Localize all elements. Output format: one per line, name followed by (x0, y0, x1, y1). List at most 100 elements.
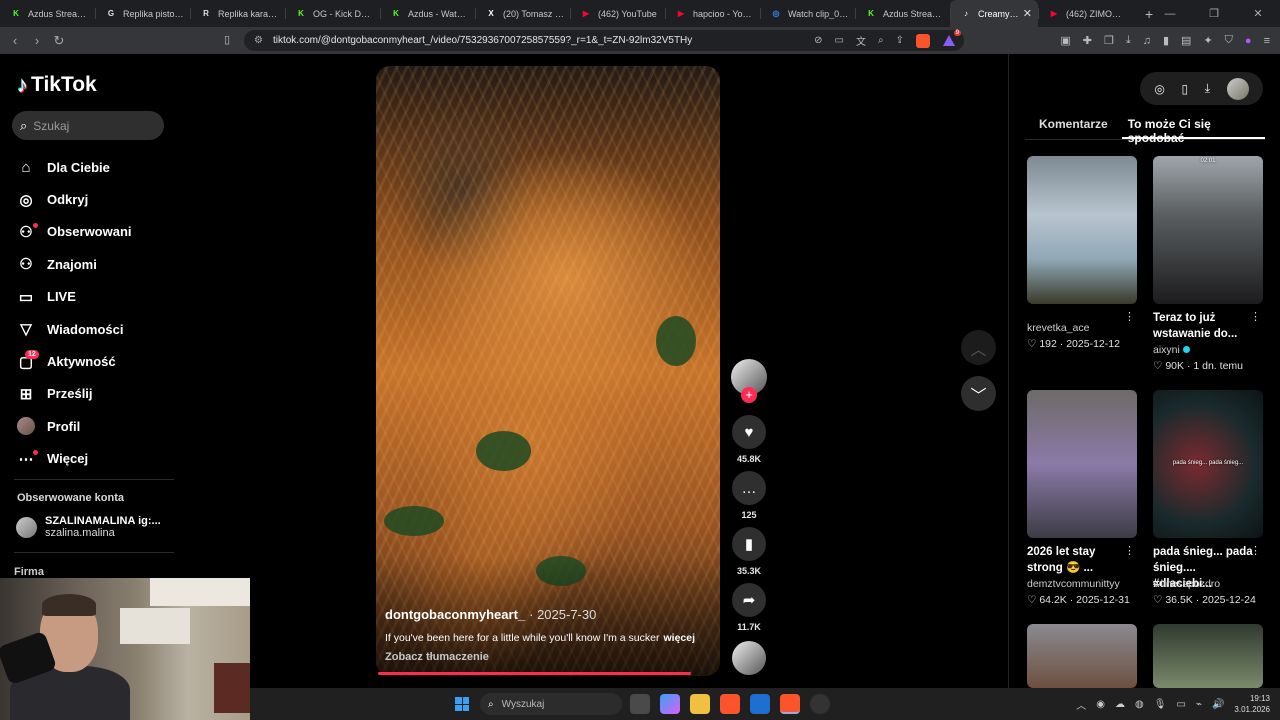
video-thumbnail[interactable] (1153, 624, 1263, 688)
more-options-icon[interactable]: ⋮ (1250, 310, 1261, 323)
sidebar-item[interactable]: ▢ 12 Aktywność (17, 345, 177, 377)
browser-tab[interactable]: ▶ hapcioo - YouTu (665, 0, 760, 27)
microphone-icon[interactable]: 🎙 (1154, 699, 1167, 710)
sidebar-item[interactable]: ⊞ Prześlij (17, 378, 177, 410)
obs-icon[interactable] (810, 694, 830, 714)
followed-account[interactable]: SZALINAMALINA ig:... szalina.malina (16, 515, 161, 539)
wallet-icon[interactable]: ▤ (1181, 34, 1191, 47)
forward-button[interactable]: › (26, 33, 48, 48)
close-tab-icon[interactable]: ✕ (1023, 7, 1032, 20)
video-title[interactable]: Teraz to już wstawanie do... (1153, 310, 1253, 342)
vpn-icon[interactable]: ⛉ (1225, 34, 1233, 47)
video-thumbnail[interactable] (1027, 156, 1137, 304)
menu-icon[interactable]: ≡ (1264, 35, 1270, 47)
puzzle-icon[interactable]: ✚ (1083, 34, 1092, 47)
sidebar-icon[interactable]: ▮ (1163, 34, 1169, 47)
video-thumbnail[interactable] (1027, 390, 1137, 538)
browser-tab[interactable]: K Azdus - Watch cl (380, 0, 475, 27)
next-video-button[interactable]: ﹀ (961, 376, 996, 411)
maximize-button[interactable]: ❐ (1192, 7, 1236, 20)
file-explorer-icon[interactable] (690, 694, 710, 714)
search-input[interactable] (33, 118, 144, 133)
leo-icon[interactable]: ✦ (1203, 34, 1212, 47)
video-thumbnail[interactable]: 02:01 (1153, 156, 1263, 304)
brave-icon[interactable] (720, 694, 740, 714)
coin-icon[interactable]: ◎ (1154, 82, 1164, 96)
browser-tab[interactable]: R Replika karabinku (190, 0, 285, 27)
network-icon[interactable]: ⌁ (1196, 699, 1202, 710)
video-progress-bar[interactable] (378, 672, 692, 675)
sidebar-item[interactable]: ▭ LIVE (17, 281, 177, 313)
browser-tab[interactable]: G Replika pistoletu (95, 0, 190, 27)
bookmark-icon[interactable]: ▯ (224, 33, 230, 46)
browser-tab[interactable]: ▶ (462) YouTube (570, 0, 665, 27)
share-arrow-icon[interactable]: ➦ (732, 583, 766, 617)
author-name[interactable]: dontgobaconmyheart_ (385, 607, 525, 622)
video-card[interactable]: 02:01 ⋮ Teraz to już wstawanie do... aixyni… (1153, 156, 1263, 372)
video-card[interactable]: ⋮ krevetka_ace ♡ 192 · 2025-12-12 (1027, 156, 1137, 350)
video-card[interactable] (1027, 624, 1137, 688)
task-view-icon[interactable] (630, 694, 650, 714)
taskbar-search[interactable]: ⌕ Wyszukaj (480, 693, 622, 715)
brave-active-icon[interactable] (780, 694, 800, 714)
user-avatar[interactable] (1226, 77, 1249, 100)
extension-icon[interactable]: ▣ (1060, 34, 1070, 47)
sidebar-item[interactable]: Profil (17, 410, 177, 442)
video-player[interactable] (376, 66, 720, 676)
translate-icon[interactable]: 文 (856, 33, 866, 48)
browser-tab[interactable]: X (20) Tomasz Saki (475, 0, 570, 27)
video-creator[interactable]: aixyni (1153, 344, 1263, 356)
profile-icon[interactable]: ● (1245, 35, 1252, 47)
zoom-icon[interactable]: ⌕ (878, 35, 884, 46)
headset-icon[interactable]: ◍ (1135, 699, 1144, 710)
cloud-icon[interactable]: ☁ (1115, 699, 1125, 710)
sidebar-item[interactable]: ⋯ Więcej (17, 443, 177, 475)
tab-recommended[interactable]: To może Ci się spodobać (1121, 114, 1265, 145)
display-icon[interactable]: ▭ (1176, 699, 1185, 710)
video-creator[interactable]: witnesspozdro (1153, 578, 1263, 590)
chevron-up-icon[interactable]: ︿ (1076, 697, 1086, 712)
app-tray-icon[interactable]: ◉ (1096, 699, 1105, 710)
browser-tab[interactable]: ♪ Creamy Tus ✕ (950, 0, 1038, 27)
volume-icon[interactable]: 🔊 (1212, 699, 1224, 710)
store-icon[interactable] (750, 694, 770, 714)
video-card[interactable]: pada śnieg... pada śnieg... ⋮ pada śnieg..… (1153, 390, 1263, 606)
video-title[interactable]: 2026 let stay strong 😎 ... (1027, 544, 1127, 576)
previous-video-button[interactable]: ︿ (961, 330, 996, 365)
site-info-icon[interactable]: ⚙ (254, 35, 263, 46)
follow-plus-icon[interactable]: + (741, 387, 757, 403)
sidebar-item[interactable]: ◎ Odkryj (17, 183, 177, 215)
more-options-icon[interactable]: ⋮ (1250, 544, 1261, 557)
browser-tab[interactable]: K Azdus Stream - V (855, 0, 950, 27)
video-author[interactable]: dontgobaconmyheart_ · 2025-7-30 (385, 607, 596, 622)
download-icon[interactable]: ⤓ (1126, 34, 1131, 47)
comment-icon[interactable]: … (732, 471, 766, 505)
video-title[interactable]: pada śnieg... pada śnieg.... #dlaciebi..… (1153, 544, 1253, 590)
more-options-icon[interactable]: ⋮ (1124, 544, 1135, 557)
brave-shields-icon[interactable] (916, 33, 930, 48)
search-box[interactable]: ⌕ (12, 111, 164, 140)
copy-icon[interactable]: ❐ (1104, 34, 1114, 47)
tab-comments[interactable]: Komentarze (1025, 114, 1122, 139)
sidebar-item[interactable]: ▽ Wiadomości (17, 313, 177, 345)
sound-disc-avatar[interactable] (732, 641, 766, 675)
music-icon[interactable]: ♫ (1143, 35, 1151, 47)
clock[interactable]: 19:13 3.01.2026 (1234, 693, 1270, 715)
sidebar-item[interactable]: ⌂ Dla Ciebie (17, 151, 177, 183)
minimize-button[interactable]: — (1148, 8, 1192, 20)
cast-icon[interactable]: ▭ (835, 35, 844, 46)
video-card[interactable]: ⋮ 2026 let stay strong 😎 ... demztvcommuni… (1027, 390, 1137, 606)
heart-icon[interactable]: ♥ (732, 415, 766, 449)
video-creator[interactable]: demztvcommunittyy (1027, 578, 1137, 590)
browser-tab[interactable]: K OG - Kick Dashb (285, 0, 380, 27)
share-icon[interactable]: ⇪ (896, 35, 904, 46)
sidebar-item[interactable]: ⚇ Obserwowani (17, 216, 177, 248)
tiktok-logo[interactable]: ♪ TikTok (17, 72, 97, 98)
close-window-button[interactable]: ✕ (1236, 7, 1280, 20)
bookmark-icon[interactable]: ▮ (732, 527, 766, 561)
video-card[interactable] (1153, 624, 1263, 688)
browser-tab[interactable]: ◎ Watch clip_01K8 (760, 0, 855, 27)
download-icon[interactable]: ⤓ (1205, 81, 1210, 96)
more-link[interactable]: więcej (663, 632, 695, 644)
address-bar[interactable]: ⚙ tiktok.com/@dontgobaconmyheart_/video/… (244, 29, 964, 51)
